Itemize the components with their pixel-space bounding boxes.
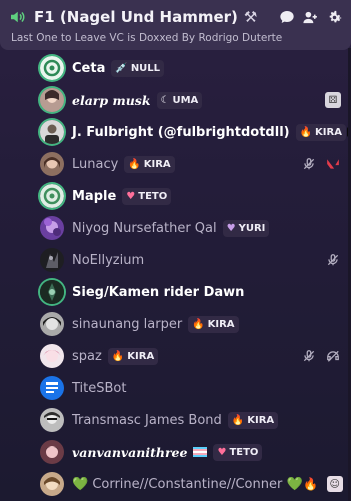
member-name: elarp musk	[72, 92, 151, 108]
member-status-icons	[325, 252, 341, 268]
purple-flame-icon: 🔥	[192, 318, 205, 330]
activity-box-icon[interactable]: ⚄	[325, 92, 341, 108]
server-tag: 🔥 KIRA	[107, 347, 159, 365]
member-name: vanvanvanithree	[72, 444, 188, 460]
purple-flame-icon: 🔥	[128, 158, 141, 170]
server-tag: 🔥 KIRA	[124, 155, 175, 173]
voice-member[interactable]: 💚 Corrine//Constantine//Conner 💚 🔥 ☺	[34, 468, 347, 500]
purple-flame-icon: 🔥	[231, 414, 245, 426]
member-name: Ceta	[72, 60, 106, 76]
member-name: Niyog Nursefather Qal	[72, 220, 217, 236]
avatar	[40, 376, 64, 400]
avatar	[40, 184, 64, 208]
deafened-icon[interactable]	[325, 348, 341, 364]
mic-muted-icon[interactable]	[301, 156, 317, 172]
voice-member[interactable]: Transmasc James Bond 🔥 KIRA	[34, 404, 347, 436]
member-name: J. Fulbright (@fulbrightdotdll)	[72, 124, 290, 140]
voice-member[interactable]: NoEllyzium	[34, 244, 347, 276]
avatar	[40, 440, 64, 464]
mic-muted-icon[interactable]	[301, 348, 317, 364]
server-tag: 💉 NULL	[111, 59, 165, 77]
avatar	[40, 312, 64, 336]
moon-icon: ☾	[160, 94, 170, 106]
voice-member[interactable]: spaz 🔥 KIRA	[34, 340, 347, 372]
server-tag: 🔥 KIRA	[295, 123, 346, 141]
voice-member[interactable]: Niyog Nursefather Qal ♥ YURI	[34, 212, 347, 244]
purple-heart-icon: ♥	[226, 222, 236, 234]
avatar	[40, 56, 64, 80]
member-status-icons: 🔥 ☺	[303, 476, 343, 492]
channel-status: Last One to Leave VC is Doxxed By Rodrig…	[11, 32, 283, 44]
avatar	[40, 248, 64, 272]
channel-title: F1 (Nagel Und Hammer)	[34, 8, 238, 26]
purple-flame-icon[interactable]: 🔥	[303, 476, 319, 492]
member-name: spaz	[72, 348, 102, 364]
voice-member[interactable]: sinaunang larper 🔥 KIRA	[34, 308, 347, 340]
server-tag: ☾ UMA	[156, 91, 203, 109]
valorant-icon[interactable]	[325, 156, 341, 172]
member-status-icons	[301, 156, 341, 172]
member-name: Transmasc James Bond	[72, 412, 222, 428]
avatar	[40, 120, 64, 144]
purple-flame-icon: 🔥	[299, 126, 313, 138]
avatar	[40, 152, 64, 176]
header-actions	[278, 9, 343, 26]
voice-member[interactable]: elarp musk ☾ UMA ⚄	[34, 84, 347, 116]
member-name: Maple	[72, 188, 117, 204]
voice-member[interactable]: TiteSBot	[34, 372, 347, 404]
avatar	[40, 344, 64, 368]
member-name: TiteSBot	[72, 380, 127, 396]
hammer-pick-icon: ⚒	[243, 8, 258, 26]
server-tag: ♥ YURI	[222, 219, 270, 237]
pink-heart-icon: ♥	[217, 446, 227, 458]
member-name: Lunacy	[72, 156, 119, 172]
header-row: F1 (Nagel Und Hammer) ⚒	[8, 6, 343, 28]
member-name: sinaunang larper	[72, 316, 183, 332]
member-name: 💚 Corrine//Constantine//Conner 💚	[72, 476, 303, 492]
member-name: NoEllyzium	[72, 252, 145, 268]
add-user-icon[interactable]	[302, 9, 319, 26]
chat-bubble-icon[interactable]	[278, 9, 295, 26]
server-tag: ♥ TETO	[122, 187, 172, 205]
server-tag: 🔥 KIRA	[227, 411, 279, 429]
voice-member[interactable]: vanvanvanithree ♥ TETO	[34, 436, 347, 468]
avatar	[40, 216, 64, 240]
purple-flame-icon: 🔥	[111, 350, 125, 362]
voice-channel-header: F1 (Nagel Und Hammer) ⚒ Last One to Leav…	[0, 0, 351, 50]
voice-member[interactable]: Sieg/Kamen rider Dawn	[34, 276, 347, 308]
speaker-icon[interactable]	[8, 7, 28, 27]
gear-icon[interactable]	[326, 9, 343, 26]
syringe-icon: 💉	[115, 62, 128, 74]
mic-muted-icon[interactable]	[325, 252, 341, 268]
pink-heart-icon: ♥	[126, 190, 136, 202]
server-tag: 🔥 KIRA	[188, 315, 239, 333]
server-tag: ♥ TETO	[213, 443, 263, 461]
member-status-icons	[301, 348, 341, 364]
avatar	[40, 88, 64, 112]
member-status-icons: ⚄	[325, 92, 341, 108]
voice-member[interactable]: Ceta 💉 NULL	[34, 52, 347, 84]
voice-member[interactable]: Lunacy 🔥 KIRA	[34, 148, 347, 180]
voice-member[interactable]: J. Fulbright (@fulbrightdotdll) 🔥 KIRA	[34, 116, 351, 148]
trans-flag-icon	[193, 447, 208, 457]
avatar	[40, 472, 64, 496]
avatar	[40, 408, 64, 432]
voice-member[interactable]: Maple ♥ TETO	[34, 180, 347, 212]
member-name: Sieg/Kamen rider Dawn	[72, 284, 245, 300]
avatar	[40, 280, 64, 304]
activity-avatar-icon[interactable]: ☺	[326, 476, 343, 492]
voice-member-list: Ceta 💉 NULL elarp musk ☾ UMA ⚄ J. Fulbrigh…	[34, 52, 351, 500]
